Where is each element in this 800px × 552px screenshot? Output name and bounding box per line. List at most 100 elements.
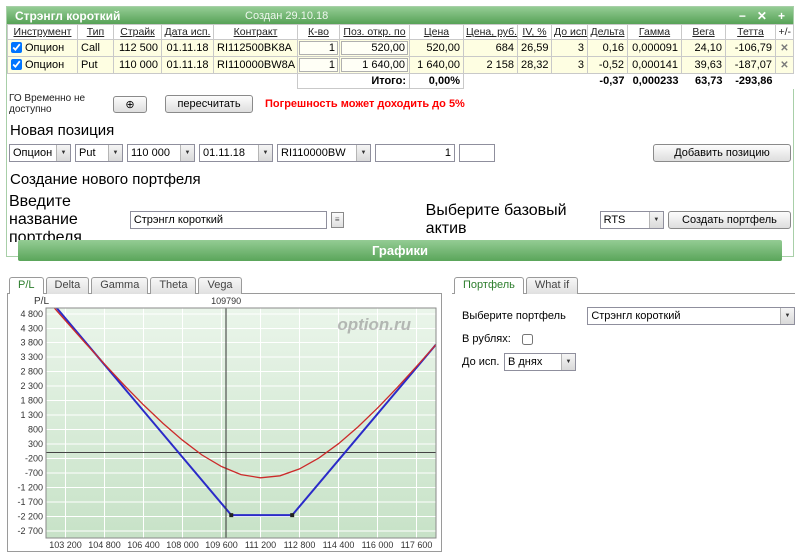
col-vega[interactable]: Вега <box>681 24 726 40</box>
strike-select[interactable]: 110 000 ▼ <box>127 144 195 162</box>
delta-cell: 0,16 <box>587 39 628 57</box>
totals-theta: -293,86 <box>725 73 776 89</box>
col-theta[interactable]: Тетта <box>725 24 776 40</box>
type-cell: Put <box>77 56 114 74</box>
select-value: 110 000 <box>131 147 170 159</box>
svg-text:-2 200: -2 200 <box>17 511 43 521</box>
contract-select[interactable]: RI110000BW ▼ <box>277 144 371 162</box>
new-position-extra-input[interactable] <box>459 144 495 162</box>
close-icon[interactable]: ✕ <box>757 9 767 23</box>
svg-text:104 800: 104 800 <box>88 540 121 550</box>
vega-cell: 24,10 <box>681 39 726 57</box>
open-at-input[interactable]: 1 640,00 <box>341 58 408 72</box>
instrument-cell: Опцион <box>7 56 78 74</box>
option-side-select[interactable]: Put ▼ <box>75 144 123 162</box>
col-days[interactable]: До исп. <box>551 24 588 40</box>
chevron-down-icon: ▼ <box>108 145 122 161</box>
rubles-label: В рублях: <box>462 333 511 345</box>
days-to-expiry-select[interactable]: В днях ▼ <box>504 353 576 371</box>
recalculate-button[interactable]: пересчитать <box>165 95 253 113</box>
days-cell: 3 <box>551 56 588 74</box>
select-value: В днях <box>508 356 543 368</box>
totals-gamma: 0,000233 <box>627 73 682 89</box>
price-cell: 520,00 <box>409 39 464 57</box>
instrument-cell: Опцион <box>7 39 78 57</box>
window-titlebar: Стрэнгл короткий Создан 29.10.18 − ✕ + <box>7 7 793 24</box>
select-value: RI110000BW <box>281 147 346 159</box>
go-status-label: ГО Временно не доступно <box>9 93 86 115</box>
col-contract[interactable]: Контракт <box>213 24 298 40</box>
col-strike[interactable]: Страйк <box>113 24 162 40</box>
strike-cell: 112 500 <box>113 39 162 57</box>
table-row: Опцион Call 112 500 01.11.18 RI112500BK8… <box>7 39 794 57</box>
theta-cell: -106,79 <box>725 39 776 57</box>
col-qty[interactable]: К-во <box>297 24 340 40</box>
plus-icon[interactable]: + <box>778 9 785 23</box>
tab-what-if[interactable]: What if <box>525 277 579 294</box>
chevron-down-icon: ▼ <box>180 145 194 161</box>
base-asset-select[interactable]: RTS ▼ <box>599 211 664 229</box>
col-price[interactable]: Цена <box>409 24 464 40</box>
select-value: Стрэнгл короткий <box>591 310 681 322</box>
open-at-input[interactable]: 520,00 <box>341 41 408 55</box>
svg-text:103 200: 103 200 <box>49 540 82 550</box>
totals-delta: -0,37 <box>587 73 628 89</box>
select-value: 01.11.18 <box>203 147 246 159</box>
svg-text:108 000: 108 000 <box>166 540 199 550</box>
delta-cell: -0,52 <box>587 56 628 74</box>
col-open-at[interactable]: Поз. откр. по <box>339 24 410 40</box>
strike-cell: 110 000 <box>113 56 162 74</box>
pl-chart-container: 4 800 4 300 3 800 3 300 2 800 2 300 1 800 1 300… <box>7 293 442 552</box>
rubles-checkbox[interactable] <box>522 333 533 345</box>
price-cell: 1 640,00 <box>409 56 464 74</box>
col-delta[interactable]: Дельта <box>587 24 628 40</box>
minimize-icon[interactable]: − <box>739 9 746 23</box>
qty-input[interactable]: 1 <box>299 58 338 72</box>
days-cell: 3 <box>551 39 588 57</box>
tab-gamma[interactable]: Gamma <box>91 277 149 294</box>
col-gamma[interactable]: Гамма <box>627 24 682 40</box>
tab-portfolio[interactable]: Портфель <box>454 277 524 294</box>
col-plus-minus: +/- <box>775 24 794 40</box>
svg-text:-1 200: -1 200 <box>17 482 43 492</box>
col-expiry[interactable]: Дата исп. <box>161 24 214 40</box>
portfolio-name-label: Введите название портфеля <box>9 193 82 246</box>
qty-input[interactable]: 1 <box>299 41 338 55</box>
delete-row-icon[interactable]: ✕ <box>780 60 788 71</box>
col-iv[interactable]: IV, % <box>517 24 552 40</box>
totals-label: Итого: <box>297 73 410 89</box>
portfolio-select[interactable]: Стрэнгл короткий ▼ <box>587 307 795 325</box>
tab-delta[interactable]: Delta <box>45 277 90 294</box>
create-portfolio-button[interactable]: Создать портфель <box>667 211 792 229</box>
col-price-rub[interactable]: Цена, руб. <box>463 24 518 40</box>
gamma-cell: 0,000091 <box>627 39 682 57</box>
instrument-type-select[interactable]: Опцион ▼ <box>9 144 71 162</box>
row-checkbox[interactable] <box>11 59 22 70</box>
contract-cell: RI112500BK8A <box>213 39 298 57</box>
window-title: Стрэнгл короткий <box>15 8 121 23</box>
go-refresh-button[interactable]: ⊕ <box>113 95 147 113</box>
expiry-date-select[interactable]: 01.11.18 ▼ <box>199 144 273 162</box>
select-value: Put <box>79 147 96 159</box>
svg-text:111 200: 111 200 <box>245 540 276 550</box>
tab-pl[interactable]: P/L <box>9 277 44 294</box>
portfolio-name-input[interactable] <box>129 211 327 229</box>
col-type[interactable]: Тип <box>77 24 114 40</box>
svg-text:112 800: 112 800 <box>284 540 316 550</box>
add-position-button[interactable]: Добавить позицию <box>653 144 791 162</box>
portfolio-name-spinner-icon[interactable]: ≡ <box>330 212 344 228</box>
svg-text:1 300: 1 300 <box>20 410 43 420</box>
gamma-cell: 0,000141 <box>627 56 682 74</box>
col-instrument[interactable]: Инструмент <box>7 24 78 40</box>
expiry-cell: 01.11.18 <box>161 39 214 57</box>
quantity-input[interactable] <box>375 144 455 162</box>
tab-vega[interactable]: Vega <box>198 277 242 294</box>
chart-tabs: P/L Delta Gamma Theta Vega <box>7 277 442 294</box>
svg-text:-1 700: -1 700 <box>17 497 43 507</box>
portfolio-tabs: Портфель What if <box>452 277 795 294</box>
tab-theta[interactable]: Theta <box>150 277 197 294</box>
row-checkbox[interactable] <box>11 42 22 53</box>
chart-panel: P/L Delta Gamma Theta Vega 4 800 4 300 3 8… <box>7 277 442 552</box>
delete-row-icon[interactable]: ✕ <box>780 43 788 54</box>
svg-text:114 400: 114 400 <box>323 540 355 550</box>
